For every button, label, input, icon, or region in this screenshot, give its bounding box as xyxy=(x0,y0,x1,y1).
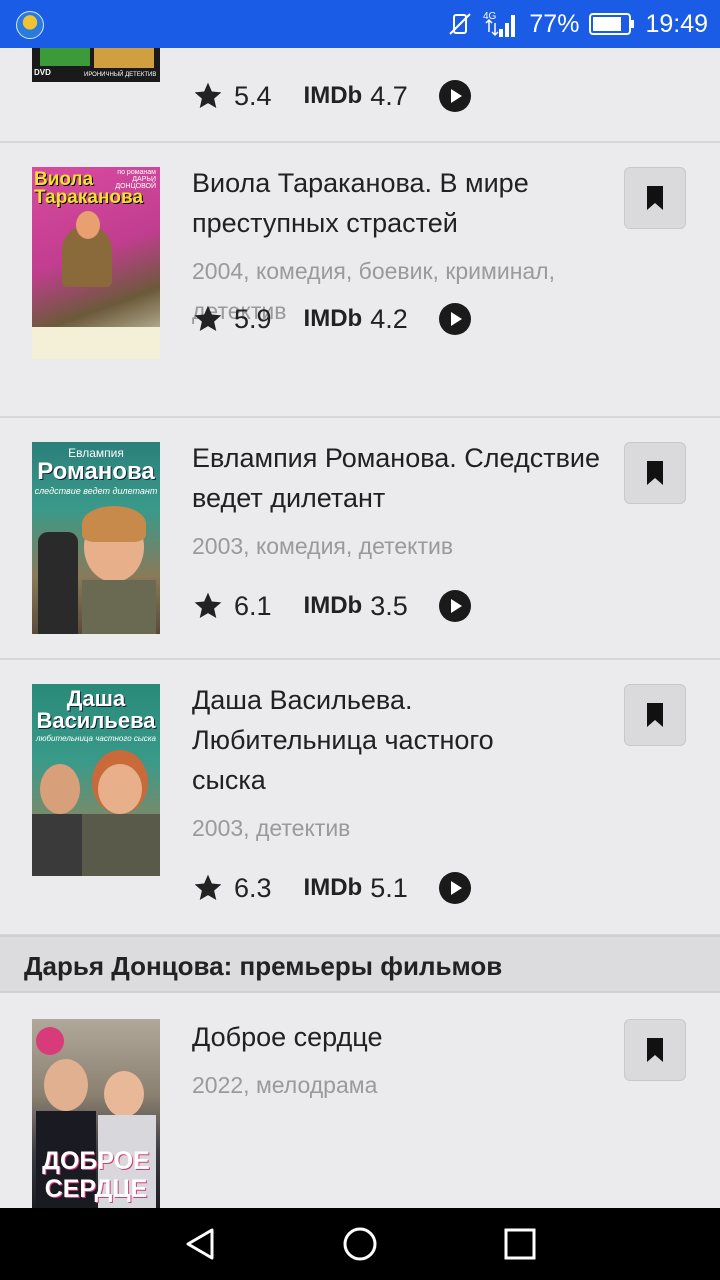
poster-title-text: Васильева xyxy=(36,708,156,733)
movie-list[interactable]: DVD ИРОНИЧНЫЙ ДЕТЕКТИВ 5.4 IMDb 4.7 по р… xyxy=(0,48,720,1208)
movie-meta: 2022, мелодрама xyxy=(192,1072,378,1098)
star-icon xyxy=(194,305,222,331)
user-rating: 5.9 xyxy=(234,303,272,334)
clock: 19:49 xyxy=(645,9,708,38)
bookmark-button[interactable] xyxy=(624,167,686,229)
user-rating: 5.4 xyxy=(234,80,272,111)
ratings-row: 5.9 IMDb 4.2 xyxy=(192,299,472,339)
status-bar: 4G 77% 19:49 xyxy=(0,0,720,48)
user-rating: 6.1 xyxy=(234,590,272,621)
battery-percent: 77% xyxy=(529,9,580,38)
bookmark-icon xyxy=(647,186,663,210)
movie-poster[interactable]: по романам ДАРЬИ ДОНЦОВОЙ Виола Таракано… xyxy=(32,167,160,359)
movie-poster[interactable]: Даша Васильева любительница частного сыс… xyxy=(32,684,160,876)
movie-title[interactable]: Даша Васильева. Любительница частного сы… xyxy=(192,680,572,800)
movie-meta: 2003, детектив xyxy=(192,815,351,841)
movie-poster[interactable]: DVD ИРОНИЧНЫЙ ДЕТЕКТИВ xyxy=(32,48,160,82)
star-icon xyxy=(194,592,222,618)
imdb-label: IMDb xyxy=(303,82,363,109)
imdb-rating: 4.7 xyxy=(370,80,408,111)
recents-icon[interactable] xyxy=(502,1226,538,1262)
section-header: Дарья Донцова: премьеры фильмов xyxy=(0,935,720,993)
play-icon[interactable] xyxy=(438,302,472,336)
movie-meta: 2003, комедия, детектив xyxy=(192,533,454,559)
star-icon xyxy=(194,82,222,108)
user-rating: 6.3 xyxy=(234,872,272,903)
bookmark-button[interactable] xyxy=(624,1019,686,1081)
vibrate-off-icon xyxy=(447,11,473,37)
bookmark-icon xyxy=(647,1038,663,1062)
ratings-row: 5.4 IMDb 4.7 xyxy=(192,76,472,116)
list-item[interactable]: Даша Васильева любительница частного сыс… xyxy=(0,660,720,936)
play-icon[interactable] xyxy=(438,871,472,905)
list-item[interactable]: Евлампия Романова следствие ведет дилета… xyxy=(0,418,720,660)
poster-title-text: ДОБРОЕ СЕРДЦЕ xyxy=(42,1147,150,1203)
list-item[interactable]: ДОБРОЕ СЕРДЦЕ Доброе сердце 2022, мелодр… xyxy=(0,995,720,1208)
poster-caption: ИРОНИЧНЫЙ ДЕТЕКТИВ xyxy=(84,72,157,78)
ratings-row: 6.3 IMDb 5.1 xyxy=(192,868,472,908)
movie-poster[interactable]: ДОБРОЕ СЕРДЦЕ xyxy=(32,1019,160,1208)
ratings-row: 6.1 IMDb 3.5 xyxy=(192,586,472,626)
movie-title[interactable]: Доброе сердце xyxy=(192,1017,592,1057)
app-notification-icon xyxy=(16,11,44,39)
bookmark-icon xyxy=(647,703,663,727)
imdb-label: IMDb xyxy=(303,305,363,332)
star-icon xyxy=(194,874,222,900)
poster-subtitle: следствие ведет дилетант xyxy=(34,486,158,496)
list-item[interactable]: по романам ДАРЬИ ДОНЦОВОЙ Виола Таракано… xyxy=(0,143,720,418)
back-icon[interactable] xyxy=(182,1226,218,1262)
bookmark-button[interactable] xyxy=(624,442,686,504)
bookmark-button[interactable] xyxy=(624,684,686,746)
bookmark-icon xyxy=(647,461,663,485)
imdb-label: IMDb xyxy=(303,874,363,901)
play-icon[interactable] xyxy=(438,79,472,113)
imdb-rating: 3.5 xyxy=(370,590,408,621)
movie-title[interactable]: Виола Тараканова. В мире преступных стра… xyxy=(192,163,592,243)
imdb-label: IMDb xyxy=(303,592,363,619)
dvd-badge: DVD xyxy=(34,68,51,77)
battery-icon xyxy=(589,12,635,36)
home-icon[interactable] xyxy=(342,1226,378,1262)
signal-icon: 4G xyxy=(483,9,519,39)
imdb-rating: 5.1 xyxy=(370,872,408,903)
poster-subtitle: любительница частного сыска xyxy=(36,734,156,743)
navigation-bar xyxy=(0,1208,720,1280)
movie-poster[interactable]: Евлампия Романова следствие ведет дилета… xyxy=(32,442,160,634)
imdb-rating: 4.2 xyxy=(370,303,408,334)
list-item[interactable]: DVD ИРОНИЧНЫЙ ДЕТЕКТИВ 5.4 IMDb 4.7 xyxy=(0,48,720,143)
play-icon[interactable] xyxy=(438,589,472,623)
poster-title-text: Романова xyxy=(37,458,155,485)
poster-title-text: Виола Тараканова xyxy=(34,169,144,208)
movie-title[interactable]: Евлампия Романова. Следствие ведет дилет… xyxy=(192,438,602,518)
